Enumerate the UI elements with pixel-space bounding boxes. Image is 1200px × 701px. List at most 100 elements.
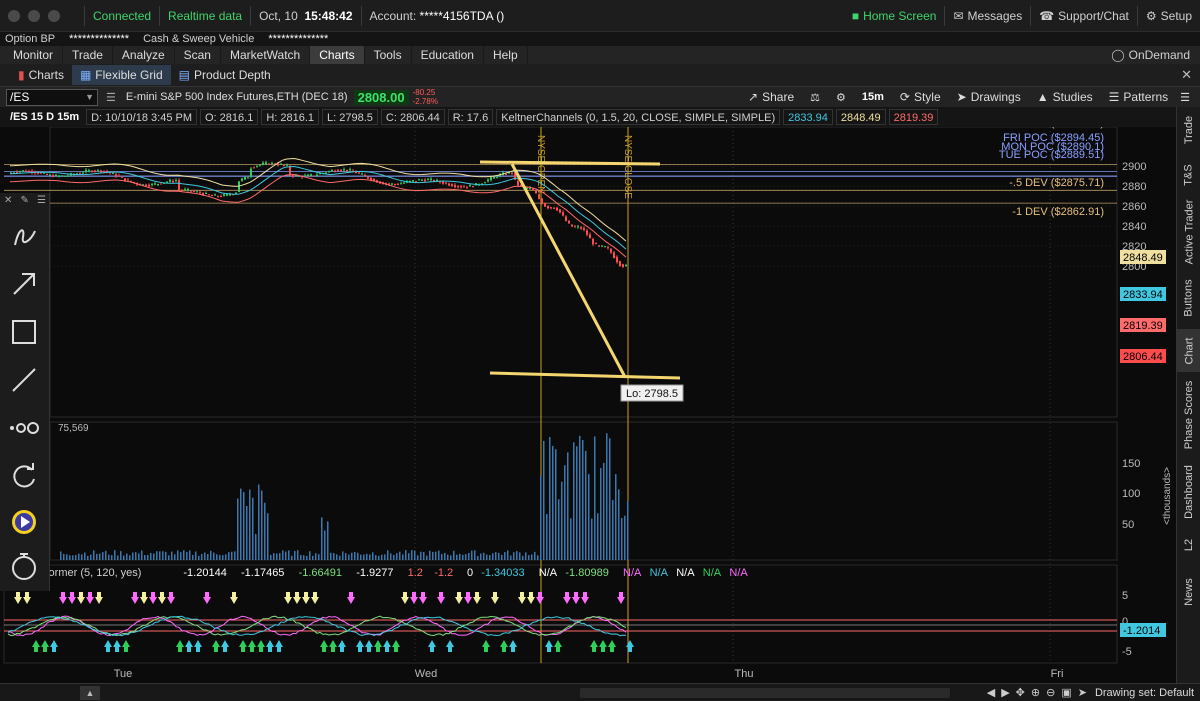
sidebar-tab-news[interactable]: News	[1177, 562, 1200, 622]
volume-bar	[522, 555, 524, 560]
candle-body	[19, 171, 21, 173]
palette-close-icon[interactable]: ✕	[4, 195, 12, 211]
candle-body	[493, 176, 495, 179]
symbol-input[interactable]: /ES ▼	[6, 88, 98, 106]
sidebar-tab-chart[interactable]: Chart	[1177, 329, 1200, 372]
ondemand-button[interactable]: ◯ OnDemand	[1111, 48, 1190, 62]
menu-item-scan[interactable]: Scan	[175, 46, 221, 64]
volume-bar	[621, 518, 623, 560]
volume-bar	[324, 530, 326, 560]
style-button[interactable]: ⟳ Style	[892, 87, 949, 107]
timeframe-button[interactable]: 15m	[862, 91, 884, 103]
sidebar-tab-trade[interactable]: Trade	[1177, 107, 1200, 152]
rectangle-tool-icon[interactable]	[5, 313, 43, 351]
candle-body	[16, 171, 18, 173]
volume-bar	[456, 554, 458, 560]
volume-bar	[231, 551, 233, 560]
candle-body	[85, 169, 87, 172]
scroll-right-icon[interactable]: ▶	[1001, 686, 1009, 699]
candle-body	[208, 194, 210, 196]
menu-item-trade[interactable]: Trade	[63, 46, 113, 64]
volume-bar	[516, 551, 518, 560]
zoom-in-icon[interactable]: ⊕	[1031, 686, 1040, 699]
volume-bar	[219, 555, 221, 560]
buy-arrow-icon	[239, 640, 247, 652]
studies-button[interactable]: ▲ Studies	[1029, 87, 1101, 107]
arrow-tool-icon[interactable]	[5, 265, 43, 303]
share-button[interactable]: ↗ Share	[740, 87, 802, 107]
support-chat-button[interactable]: ☎ Support/Chat	[1030, 5, 1137, 26]
candle-body	[622, 264, 624, 268]
candle-body	[496, 177, 498, 179]
sidebar-tab-l2[interactable]: L2	[1177, 527, 1200, 562]
volume-bar	[585, 450, 587, 560]
window-maximize-dot[interactable]	[48, 9, 60, 22]
candle-body	[277, 163, 279, 166]
sell-arrow-icon	[401, 592, 409, 604]
refresh-tool-icon[interactable]	[5, 457, 43, 495]
candle-body	[511, 172, 513, 174]
messages-button[interactable]: ✉ Messages	[944, 5, 1030, 26]
menu-item-analyze[interactable]: Analyze	[113, 46, 175, 64]
tab-flexible-grid[interactable]: ▦ Flexible Grid	[71, 65, 171, 85]
sidebar-tab-dashboard[interactable]: Dashboard	[1177, 457, 1200, 527]
sell-arrow-icon	[167, 592, 175, 604]
horizontal-scrollbar[interactable]	[580, 687, 950, 698]
menu-item-help[interactable]: Help	[484, 46, 528, 64]
zoom-fit-icon[interactable]: ▣	[1061, 686, 1071, 699]
palette-menu-icon[interactable]: ☰	[37, 195, 46, 211]
pointer-icon[interactable]: ➤	[1078, 686, 1087, 699]
setup-button[interactable]: ⚙ Setup	[1136, 5, 1200, 26]
collapse-panel-icon[interactable]: ▲	[80, 685, 100, 700]
buy-arrow-icon	[176, 640, 184, 652]
volume-bar	[225, 554, 227, 560]
palette-pen-icon[interactable]: ✎	[21, 195, 29, 211]
menu-item-marketwatch[interactable]: MarketWatch	[221, 46, 311, 64]
tab-charts[interactable]: ▮ Charts	[10, 65, 72, 85]
volume-bar	[378, 555, 380, 560]
stopwatch-tool-icon[interactable]	[5, 547, 43, 585]
settings-icon[interactable]: ⚙	[836, 91, 846, 104]
flask-icon[interactable]: ⚖	[810, 91, 820, 104]
crosshair-icon[interactable]: ✥	[1016, 686, 1025, 699]
patterns-button[interactable]: ☰ Patterns	[1101, 87, 1176, 107]
symbol-menu-icon[interactable]: ☰	[106, 91, 116, 104]
keltner-study-label[interactable]: KeltnerChannels (0, 1.5, 20, CLOSE, SIMP…	[496, 109, 781, 125]
sidebar-tab-buttons[interactable]: Buttons	[1177, 267, 1200, 329]
more-menu-icon[interactable]: ☰	[1180, 91, 1190, 104]
freehand-tool-icon[interactable]	[5, 217, 43, 255]
volume-bar	[261, 490, 263, 560]
volume-bar	[180, 552, 182, 560]
scroll-left-icon[interactable]: ◀	[987, 686, 995, 699]
more-tools-icon[interactable]	[5, 409, 43, 447]
tab-product-depth[interactable]: ▤ Product Depth	[171, 65, 279, 85]
line-tool-icon[interactable]	[5, 361, 43, 399]
volume-bar	[387, 550, 389, 560]
studies-label: Studies	[1052, 90, 1093, 104]
menu-item-monitor[interactable]: Monitor	[4, 46, 64, 64]
sell-arrow-icon	[230, 592, 238, 604]
volume-bar	[441, 553, 443, 560]
sidebar-tab-active-trader[interactable]: Active Trader	[1177, 197, 1200, 267]
play-tool-icon[interactable]	[5, 503, 43, 541]
oscillator-readout: N/A	[539, 567, 558, 579]
menu-item-charts[interactable]: Charts	[310, 46, 365, 64]
candle-body	[457, 185, 459, 187]
sidebar-tab-t-s[interactable]: T&S	[1177, 152, 1200, 197]
chart-canvas[interactable]: -.5 DEV ($2901.51)FRI POC ($2894.45)MON …	[0, 127, 1176, 683]
zoom-out-icon[interactable]: ⊖	[1046, 686, 1055, 699]
candle-body	[583, 228, 585, 230]
cursor-icon: ➤	[956, 90, 967, 104]
sidebar-tab-phase-scores[interactable]: Phase Scores	[1177, 372, 1200, 457]
menu-item-education[interactable]: Education	[412, 46, 484, 64]
home-screen-button[interactable]: ■ Home Screen	[844, 6, 945, 26]
buy-arrow-icon	[446, 640, 454, 652]
window-minimize-dot[interactable]	[28, 9, 40, 22]
drawing-set-label[interactable]: Drawing set: Default	[1095, 687, 1194, 699]
window-close-icon[interactable]: ✕	[1181, 67, 1192, 83]
window-close-dot[interactable]	[8, 9, 20, 22]
candle-body	[61, 175, 63, 177]
drawings-button[interactable]: ➤ Drawings	[949, 87, 1029, 107]
account-selector[interactable]: Account: *****4156TDA ()	[360, 5, 513, 26]
menu-item-tools[interactable]: Tools	[365, 46, 412, 64]
